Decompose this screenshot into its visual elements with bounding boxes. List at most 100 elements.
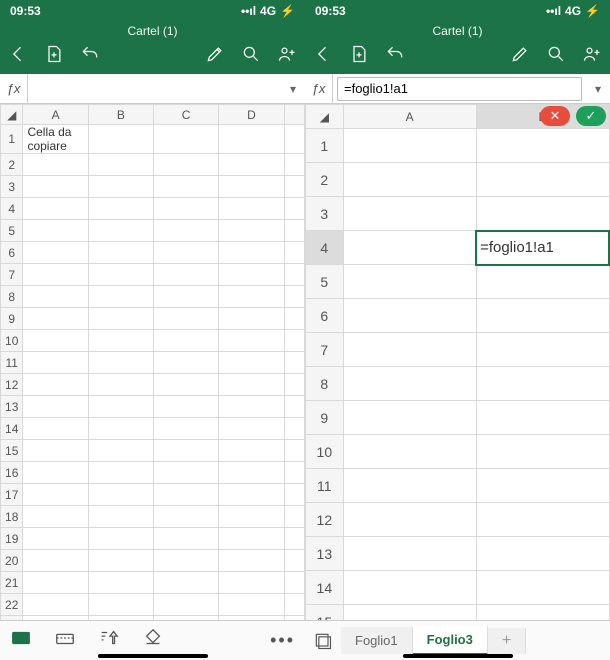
row-header[interactable]: 10 xyxy=(1,330,23,352)
battery-icon: ⚡ xyxy=(280,4,295,18)
document-title[interactable]: Cartel (1) xyxy=(0,22,305,42)
row-header[interactable]: 7 xyxy=(1,264,23,286)
add-sheet-button[interactable]: + xyxy=(488,628,526,654)
formula-input[interactable] xyxy=(337,77,582,101)
row-header[interactable]: 13 xyxy=(306,537,344,571)
home-indicator xyxy=(403,654,513,658)
fill-icon[interactable] xyxy=(142,627,164,654)
row-header[interactable]: 12 xyxy=(306,503,344,537)
row-header[interactable]: 2 xyxy=(306,163,344,197)
back-icon[interactable] xyxy=(313,44,333,64)
row-header[interactable]: 1 xyxy=(1,125,23,154)
more-icon[interactable]: ••• xyxy=(270,630,295,651)
clock: 09:53 xyxy=(10,4,41,18)
status-bar: 09:53 ••ıl 4G ⚡ xyxy=(305,0,610,22)
row-header[interactable]: 21 xyxy=(1,572,23,594)
row-header[interactable]: 17 xyxy=(1,484,23,506)
undo-icon[interactable] xyxy=(80,44,100,64)
row-header[interactable]: 5 xyxy=(306,265,344,299)
cell-selected[interactable]: =foglio1!a1 xyxy=(476,231,609,265)
sheet-tab[interactable]: Foglio1 xyxy=(341,627,413,654)
row-header[interactable]: 9 xyxy=(306,401,344,435)
back-icon[interactable] xyxy=(8,44,28,64)
cancel-edit-button[interactable]: ✕ xyxy=(540,106,570,126)
row-header[interactable]: 23 xyxy=(1,616,23,621)
row-header[interactable]: 15 xyxy=(1,440,23,462)
accept-edit-button[interactable]: ✓ xyxy=(576,106,606,126)
row-header[interactable]: 20 xyxy=(1,550,23,572)
formula-bar: ƒx ▾ xyxy=(0,74,305,104)
home-indicator xyxy=(98,654,208,658)
spreadsheet-grid[interactable]: ✕ ✓ ◢ A B 1 2 3 4=foglio1!a1 5 6 7 8 9 1… xyxy=(305,104,610,620)
formula-input[interactable] xyxy=(28,74,281,103)
row-header[interactable]: 16 xyxy=(1,462,23,484)
signal-icon: ••ıl xyxy=(546,4,561,18)
col-header[interactable]: A xyxy=(343,105,476,129)
row-header[interactable]: 8 xyxy=(306,367,344,401)
row-header[interactable]: 13 xyxy=(1,396,23,418)
edit-pen-icon[interactable] xyxy=(205,44,225,64)
expand-formula-icon[interactable]: ▾ xyxy=(586,82,610,96)
col-header[interactable]: B xyxy=(88,105,153,125)
row-header[interactable]: 6 xyxy=(1,242,23,264)
card-view-icon[interactable] xyxy=(10,627,32,654)
new-file-icon[interactable] xyxy=(349,44,369,64)
row-header[interactable]: 14 xyxy=(306,571,344,605)
cell[interactable] xyxy=(343,231,476,265)
row-header[interactable]: 3 xyxy=(306,197,344,231)
clock: 09:53 xyxy=(315,4,346,18)
battery-icon: ⚡ xyxy=(585,4,600,18)
row-header[interactable]: 7 xyxy=(306,333,344,367)
share-person-icon[interactable] xyxy=(277,44,297,64)
row-header[interactable]: 1 xyxy=(306,129,344,163)
row-header[interactable]: 12 xyxy=(1,374,23,396)
cell[interactable] xyxy=(88,125,153,154)
keyboard-icon[interactable] xyxy=(54,627,76,654)
search-icon[interactable] xyxy=(241,44,261,64)
row-header[interactable]: 3 xyxy=(1,176,23,198)
search-icon[interactable] xyxy=(546,44,566,64)
sheets-icon[interactable] xyxy=(305,631,341,651)
network-label: 4G xyxy=(260,4,276,18)
sheet-tab-active[interactable]: Foglio3 xyxy=(413,626,488,655)
cell[interactable] xyxy=(154,125,219,154)
document-title[interactable]: Cartel (1) xyxy=(305,22,610,42)
cell[interactable] xyxy=(476,129,609,163)
status-bar: 09:53 ••ıl 4G ⚡ xyxy=(0,0,305,22)
right-screenshot: 09:53 ••ıl 4G ⚡ Cartel (1) ƒx ▾ ✕ xyxy=(305,0,610,660)
row-header[interactable]: 8 xyxy=(1,286,23,308)
col-header[interactable]: A xyxy=(23,105,88,125)
sort-filter-icon[interactable] xyxy=(98,627,120,654)
network-label: 4G xyxy=(565,4,581,18)
col-header[interactable] xyxy=(284,105,304,125)
row-header[interactable]: 5 xyxy=(1,220,23,242)
formula-bar: ƒx ▾ xyxy=(305,74,610,104)
row-header[interactable]: 10 xyxy=(306,435,344,469)
row-header[interactable]: 11 xyxy=(1,352,23,374)
new-file-icon[interactable] xyxy=(44,44,64,64)
row-header[interactable]: 4 xyxy=(1,198,23,220)
row-header[interactable]: 9 xyxy=(1,308,23,330)
row-header[interactable]: 14 xyxy=(1,418,23,440)
cell[interactable] xyxy=(219,125,284,154)
row-header[interactable]: 2 xyxy=(1,154,23,176)
row-header[interactable]: 19 xyxy=(1,528,23,550)
col-header[interactable]: C xyxy=(154,105,219,125)
undo-icon[interactable] xyxy=(385,44,405,64)
spreadsheet-grid[interactable]: ◢ A B C D 1Cella dacopiare 2 3 4 5 6 7 8… xyxy=(0,104,305,620)
row-header[interactable]: 4 xyxy=(306,231,344,265)
row-header[interactable]: 11 xyxy=(306,469,344,503)
cell[interactable] xyxy=(343,129,476,163)
select-all-corner[interactable]: ◢ xyxy=(306,105,344,129)
row-header[interactable]: 22 xyxy=(1,594,23,616)
row-header[interactable]: 6 xyxy=(306,299,344,333)
expand-formula-icon[interactable]: ▾ xyxy=(281,82,305,96)
share-person-icon[interactable] xyxy=(582,44,602,64)
select-all-corner[interactable]: ◢ xyxy=(1,105,23,125)
row-header[interactable]: 15 xyxy=(306,605,344,621)
row-header[interactable]: 18 xyxy=(1,506,23,528)
edit-pen-icon[interactable] xyxy=(510,44,530,64)
app-header: Cartel (1) xyxy=(0,22,305,74)
cell[interactable]: Cella dacopiare xyxy=(23,125,88,154)
col-header[interactable]: D xyxy=(219,105,284,125)
